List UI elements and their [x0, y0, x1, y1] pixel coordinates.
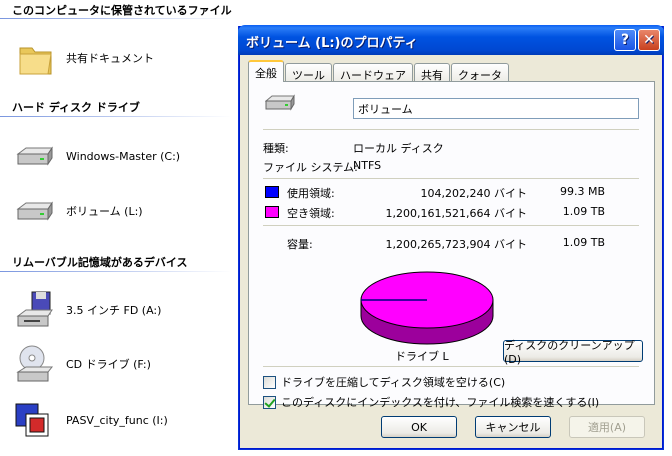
divider [0, 271, 232, 272]
volume-name-input[interactable] [353, 98, 639, 119]
properties-dialog: ボリューム (L:)のプロパティ ? ✕ 全般 ツール ハードウェア 共有 クォ… [238, 25, 664, 450]
free-bytes: 1,200,161,521,664 バイト [385, 207, 527, 220]
group-header-hdd: ハード ディスク ドライブ [12, 101, 140, 114]
dialog-titlebar[interactable]: ボリューム (L:)のプロパティ ? ✕ [238, 25, 664, 55]
item-cd-f[interactable]: CD ドライブ (F:) [14, 344, 151, 384]
used-size: 99.3 MB [559, 185, 605, 198]
capacity-bytes: 1,200,265,723,904 バイト [385, 238, 527, 251]
used-label: 使用領域: [287, 187, 335, 200]
index-checkbox[interactable] [263, 395, 276, 409]
capacity-label: 容量: [287, 238, 313, 251]
hard-drive-icon [14, 136, 58, 176]
divider [0, 18, 232, 19]
tab-general[interactable]: 全般 [248, 60, 284, 82]
fs-value: NTFS [353, 159, 382, 172]
free-color-swatch [265, 206, 279, 218]
disk-cleanup-button[interactable]: ディスクのクリーンアップ(D) [503, 339, 643, 366]
removable-drive-icon [14, 400, 58, 440]
item-label: CD ドライブ (F:) [66, 358, 151, 371]
item-drive-l[interactable]: ボリューム (L:) [14, 191, 143, 231]
used-color-swatch [265, 186, 279, 198]
tab-strip: 全般 ツール ハードウェア 共有 クォータ [248, 60, 510, 82]
compress-checkbox[interactable] [263, 375, 276, 389]
dialog-title: ボリューム (L:)のプロパティ [246, 36, 418, 51]
compress-label: ドライブを圧縮してディスク領域を空ける(C) [281, 376, 506, 389]
type-label: 種類: [263, 142, 289, 155]
used-bytes: 104,202,240 バイト [420, 187, 527, 200]
drive-caption: ドライブ L [395, 350, 449, 363]
item-label: PASV_city_func (I:) [66, 413, 168, 427]
disk-usage-pie [353, 266, 503, 350]
folder-icon [14, 38, 58, 78]
tab-sharing[interactable]: 共有 [414, 63, 450, 82]
item-floppy-a[interactable]: 3.5 インチ FD (A:) [14, 290, 161, 330]
cancel-button[interactable]: キャンセル [475, 416, 551, 438]
hard-drive-icon [14, 191, 58, 231]
index-option[interactable]: このディスクにインデックスを付け、ファイル検索を速くする(I) [263, 394, 599, 410]
help-button[interactable]: ? [614, 29, 636, 51]
item-label: 共有ドキュメント [66, 52, 154, 65]
fs-label: ファイル システム: [263, 161, 358, 174]
divider [263, 178, 639, 179]
general-panel: 種類: ローカル ディスク ファイル システム: NTFS 使用領域: 104,… [248, 81, 655, 409]
capacity-size: 1.09 TB [562, 236, 605, 249]
item-label: ボリューム (L:) [66, 205, 143, 218]
type-value: ローカル ディスク [353, 142, 444, 155]
divider [263, 366, 639, 367]
item-label: Windows-Master (C:) [66, 149, 181, 163]
apply-button[interactable]: 適用(A) [569, 416, 645, 438]
divider [0, 116, 232, 117]
close-button[interactable]: ✕ [638, 29, 660, 51]
ok-button[interactable]: OK [381, 416, 457, 438]
tab-quota[interactable]: クォータ [451, 63, 509, 82]
free-label: 空き領域: [287, 207, 335, 220]
group-header-removable: リムーバブル記憶域があるデバイス [12, 256, 188, 269]
item-label: 3.5 インチ FD (A:) [66, 304, 162, 317]
floppy-drive-icon [14, 290, 58, 330]
item-removable-i[interactable]: PASV_city_func (I:) [14, 400, 168, 440]
compress-option[interactable]: ドライブを圧縮してディスク領域を空ける(C) [263, 374, 505, 390]
divider [263, 225, 639, 226]
cd-drive-icon [14, 344, 58, 384]
tab-hardware[interactable]: ハードウェア [333, 63, 413, 82]
item-shared-documents[interactable]: 共有ドキュメント [14, 38, 154, 78]
item-drive-c[interactable]: Windows-Master (C:) [14, 136, 180, 176]
divider [263, 129, 639, 130]
tab-tools[interactable]: ツール [285, 63, 332, 82]
free-size: 1.09 TB [562, 205, 605, 218]
index-label: このディスクにインデックスを付け、ファイル検索を速くする(I) [281, 396, 600, 409]
hard-drive-icon [264, 94, 297, 112]
